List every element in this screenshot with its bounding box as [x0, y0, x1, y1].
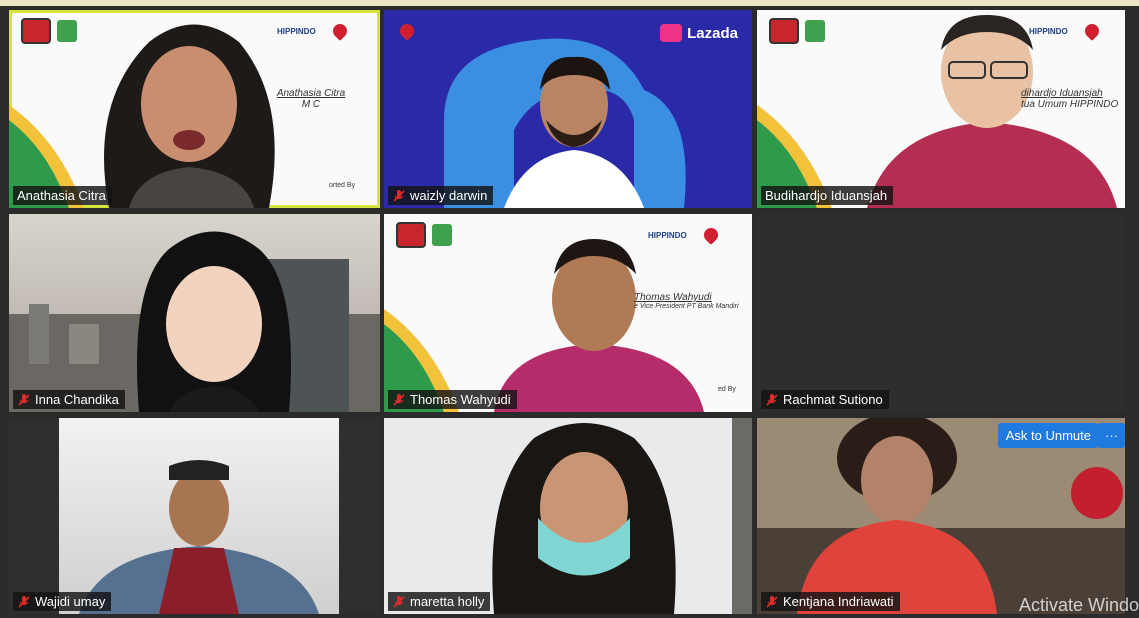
person-kentjana — [797, 418, 997, 614]
activate-windows-watermark: Activate Windo — [1018, 595, 1139, 615]
mic-muted-icon — [393, 393, 405, 406]
mic-muted-icon — [393, 189, 405, 202]
person-inna — [137, 231, 291, 412]
participant-name: Anathasia Citra — [17, 188, 106, 203]
overlay-name: dihardjo Iduansjah — [1021, 88, 1103, 99]
participant-name-label: Kentjana Indriawati — [761, 592, 900, 611]
supported-by-text: ed By — [718, 386, 736, 393]
participant-name-label: Budihardjo Iduansjah — [761, 186, 894, 205]
video-tile-anathasia[interactable]: HIPPINDO Anathasia Citra M C orted By An… — [9, 10, 380, 208]
participant-name: Wajidi umay — [35, 594, 106, 609]
video-tile-budihardjo[interactable]: HIPPINDO dihardjo Iduansjah tua Umum HIP… — [757, 10, 1125, 208]
mic-muted-icon — [393, 595, 405, 608]
participant-name-label: Wajidi umay — [13, 592, 112, 611]
top-border — [0, 0, 1139, 6]
person-anathasia — [104, 24, 275, 208]
participant-name: Rachmat Sutiono — [783, 392, 883, 407]
participant-name: Thomas Wahyudi — [410, 392, 511, 407]
participant-name-label: Thomas Wahyudi — [388, 390, 517, 409]
participant-name: Kentjana Indriawati — [783, 594, 894, 609]
overlay-role: M C — [301, 99, 321, 110]
overlay-name: Anathasia Citra — [276, 88, 346, 99]
participant-name-label: Anathasia Citra — [13, 186, 112, 205]
event-logo — [397, 21, 417, 41]
overlay-role: tua Umum HIPPINDO — [1021, 99, 1119, 110]
person-waizly — [504, 56, 644, 208]
participant-name-label: waizly darwin — [388, 186, 494, 205]
overlay-name: Thomas Wahyudi — [634, 292, 712, 303]
event-logo — [769, 18, 825, 44]
video-tile-thomas[interactable]: HIPPINDO Thomas Wahyudi e Vice President… — [384, 214, 752, 412]
mic-muted-icon — [766, 595, 778, 608]
person-maretta — [492, 423, 676, 614]
video-tile-rachmat[interactable]: Rachmat Sutiono — [757, 214, 1125, 412]
supported-by-text: orted By — [329, 182, 356, 189]
door-frame — [732, 418, 752, 614]
participant-name: maretta holly — [410, 594, 485, 609]
video-tile-inna[interactable]: Inna Chandika — [9, 214, 380, 412]
participant-name: Budihardjo Iduansjah — [765, 188, 888, 203]
participant-name-label: maretta holly — [388, 592, 491, 611]
mic-muted-icon — [18, 595, 30, 608]
person-thomas — [494, 239, 704, 412]
event-logo — [21, 18, 77, 44]
video-tile-waizly[interactable]: Lazada waizly darwin — [384, 10, 752, 208]
lazada-text: Lazada — [687, 24, 738, 42]
participant-name-label: Inna Chandika — [13, 390, 125, 409]
more-options-button[interactable]: ··· — [1098, 423, 1125, 448]
lazada-logo: Lazada — [660, 24, 738, 42]
participant-name: waizly darwin — [410, 188, 488, 203]
overlay-role: e Vice President PT Bank Mandiri — [634, 303, 739, 310]
video-tile-maretta[interactable]: maretta holly — [384, 418, 752, 614]
mic-muted-icon — [18, 393, 30, 406]
video-tile-wajidi[interactable]: Wajidi umay — [9, 418, 380, 614]
ask-to-unmute-button[interactable]: Ask to Unmute — [997, 423, 1099, 448]
person-wajidi — [79, 460, 319, 614]
lazada-heart-icon — [660, 24, 683, 42]
event-logo — [396, 222, 452, 248]
mic-muted-icon — [766, 393, 778, 406]
participant-name-label: Rachmat Sutiono — [761, 390, 889, 409]
participant-name: Inna Chandika — [35, 392, 119, 407]
